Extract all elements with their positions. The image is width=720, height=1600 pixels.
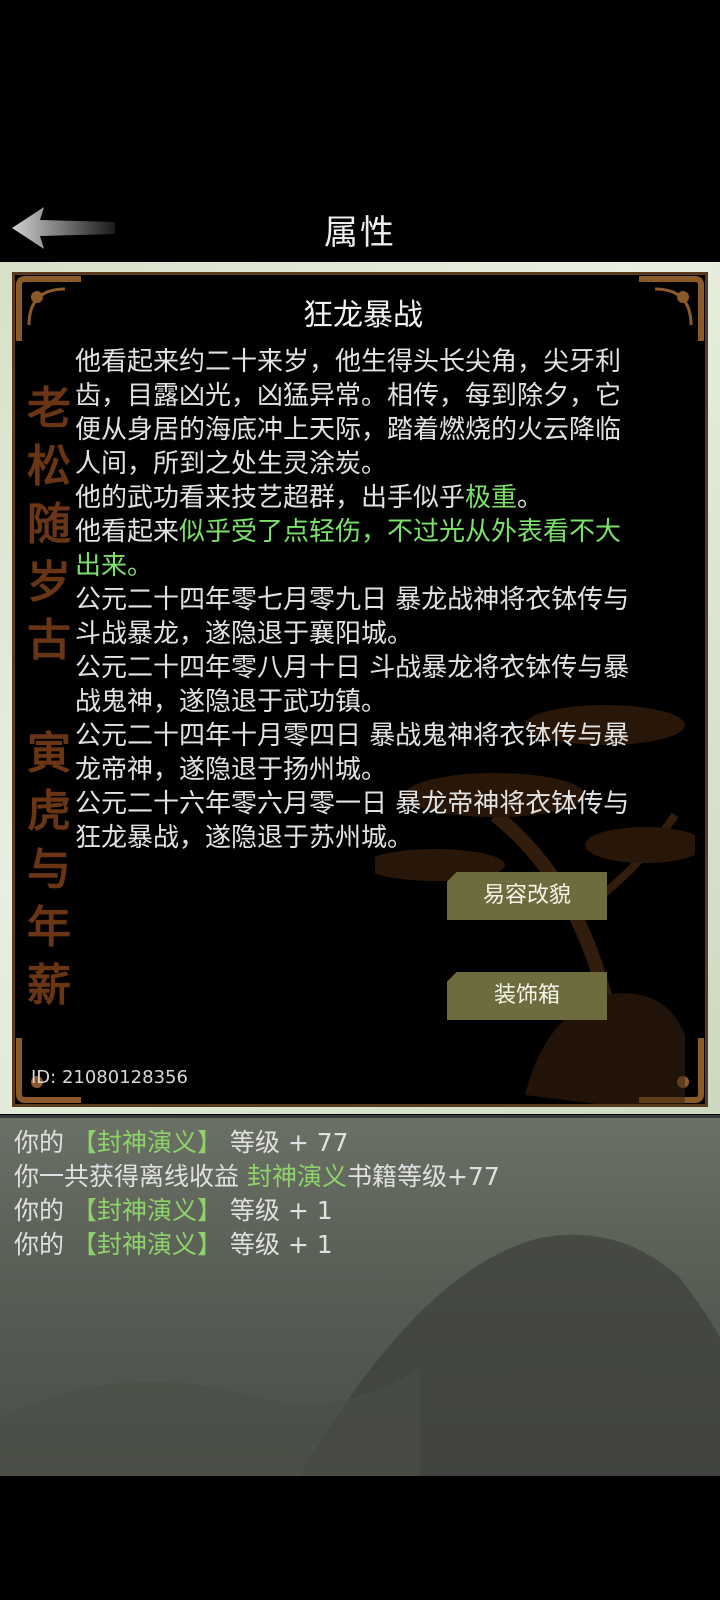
log-text: 等级 + 1: [221, 1230, 333, 1259]
character-panel: 老松随岁古 寅虎与年薪 狂龙暴战 他看起来约二十来岁，他生得头长尖角，尖牙利齿，…: [12, 272, 708, 1107]
log-line: 你的 【封神演义】 等级 + 1: [14, 1194, 500, 1228]
log-text: 书籍等级+77: [346, 1162, 500, 1191]
description-paragraph: 公元二十四年十月零四日 暴战鬼神将衣钵传与暴龙帝神，遂隐退于扬州城。: [75, 719, 645, 787]
character-description: 他看起来约二十来岁，他生得头长尖角，尖牙利齿，目露凶光，凶猛异常。相传，每到除夕…: [75, 345, 645, 855]
calligraphy-char: 年: [27, 902, 71, 953]
description-text: 公元二十六年零六月零一日 暴龙帝神将衣钵传与狂龙暴战，遂隐退于苏州城。: [75, 789, 630, 853]
highlight-text: 极重: [465, 483, 518, 513]
description-paragraph: 他的武功看来技艺超群，出手似乎极重。: [75, 481, 645, 515]
description-paragraph: 公元二十四年零八月十日 斗战暴龙将衣钵传与暴战鬼神，遂隐退于武功镇。: [75, 651, 645, 719]
log-item-name: 【封神演义】: [71, 1230, 222, 1259]
calligraphy-char: 薪: [27, 960, 71, 1011]
description-paragraph: 公元二十四年零七月零九日 暴龙战神将衣钵传与斗战暴龙，遂隐退于襄阳城。: [75, 583, 645, 651]
player-id: ID: 21080128356: [31, 1067, 188, 1088]
description-paragraph: 公元二十六年零六月零一日 暴龙帝神将衣钵传与狂龙暴战，遂隐退于苏州城。: [75, 787, 645, 855]
calligraphy-char: 虎: [27, 786, 71, 837]
description-paragraph: 他看起来似乎受了点轻伤，不过光从外表看不大出来。: [75, 515, 645, 583]
right-calligraphy: 寅虎与年薪: [23, 725, 75, 1015]
description-text: 公元二十四年十月零四日 暴战鬼神将衣钵传与暴龙帝神，遂隐退于扬州城。: [75, 721, 630, 785]
log-text: 等级 + 1: [221, 1196, 333, 1225]
log-line: 你一共获得离线收益 封神演义书籍等级+77: [14, 1160, 500, 1194]
calligraphy-char: 岁: [27, 557, 71, 608]
log-text: 你的: [14, 1230, 72, 1259]
page-title: 属性: [324, 213, 396, 253]
log-item-name: 封神演义: [246, 1162, 347, 1191]
log-text: 你的: [14, 1196, 72, 1225]
log-item-name: 【封神演义】: [71, 1196, 222, 1225]
description-text: 他看起来约二十来岁，他生得头长尖角，尖牙利齿，目露凶光，凶猛异常。相传，每到除夕…: [75, 347, 622, 479]
description-paragraph: 他看起来约二十来岁，他生得头长尖角，尖牙利齿，目露凶光，凶猛异常。相传，每到除夕…: [75, 345, 645, 481]
top-bar: 属性: [0, 0, 720, 262]
calligraphy-char: 老: [27, 383, 71, 434]
log-text: 你一共获得离线收益: [14, 1162, 247, 1191]
calligraphy-char: 随: [27, 499, 71, 550]
log-line: 你的 【封神演义】 等级 + 1: [14, 1228, 500, 1262]
description-text: 。: [517, 483, 544, 513]
calligraphy-char: 寅: [27, 728, 71, 779]
bottom-bar: [0, 1476, 720, 1600]
description-text: 公元二十四年零七月零九日 暴龙战神将衣钵传与斗战暴龙，遂隐退于襄阳城。: [75, 585, 630, 649]
description-text: 公元二十四年零八月十日 斗战暴龙将衣钵传与暴战鬼神，遂隐退于武功镇。: [75, 653, 630, 717]
description-text: 他看起来: [75, 517, 180, 547]
calligraphy-char: 古: [27, 615, 71, 666]
log-item-name: 【封神演义】: [71, 1128, 222, 1157]
calligraphy-char: 松: [27, 441, 71, 492]
log-text: 你的: [14, 1128, 72, 1157]
decoration-box-button[interactable]: 装饰箱: [447, 972, 607, 1020]
log-lines: 你的 【封神演义】 等级 + 77 你一共获得离线收益 封神演义书籍等级+77 你的…: [14, 1126, 500, 1262]
log-line: 你的 【封神演义】 等级 + 77: [14, 1126, 500, 1160]
calligraphy-char: 与: [27, 844, 71, 895]
message-log[interactable]: 你的 【封神演义】 等级 + 77 你一共获得离线收益 封神演义书籍等级+77 你的…: [0, 1115, 720, 1479]
description-text: 他的武功看来技艺超群，出手似乎: [75, 483, 466, 513]
character-name: 狂龙暴战: [303, 298, 423, 333]
disguise-button[interactable]: 易容改貌: [447, 872, 607, 920]
left-calligraphy: 老松随岁古: [23, 380, 75, 670]
log-text: 等级 + 77: [221, 1128, 349, 1157]
